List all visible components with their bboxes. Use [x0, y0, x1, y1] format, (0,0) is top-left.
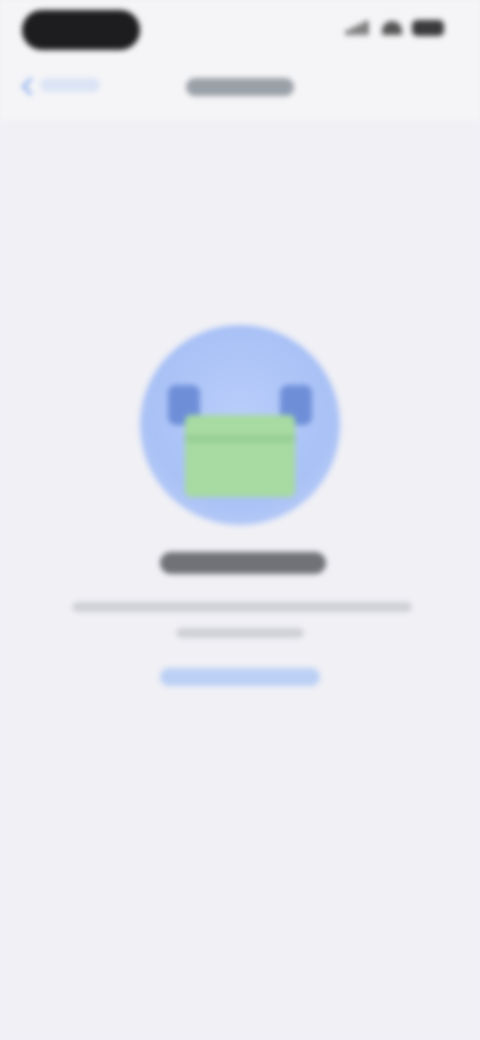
- battery-icon: [412, 20, 444, 36]
- status-time: [22, 10, 140, 50]
- box-illustration: [185, 415, 295, 497]
- status-bar: [0, 0, 480, 60]
- signal-icon: [346, 21, 372, 35]
- empty-state-description: [72, 602, 412, 612]
- empty-state-title: [160, 552, 326, 574]
- wifi-icon: [382, 21, 402, 35]
- app-screen: [0, 0, 480, 1040]
- empty-state-illustration: [140, 325, 340, 525]
- page-title: [186, 78, 294, 96]
- chevron-left-icon[interactable]: [22, 78, 32, 96]
- illustration-box-band: [185, 435, 295, 443]
- navigation-bar: [0, 60, 480, 120]
- empty-state-description-line2: [176, 628, 304, 638]
- status-icons: [346, 20, 444, 36]
- back-button[interactable]: [40, 78, 100, 92]
- empty-state-action-link[interactable]: [160, 668, 320, 686]
